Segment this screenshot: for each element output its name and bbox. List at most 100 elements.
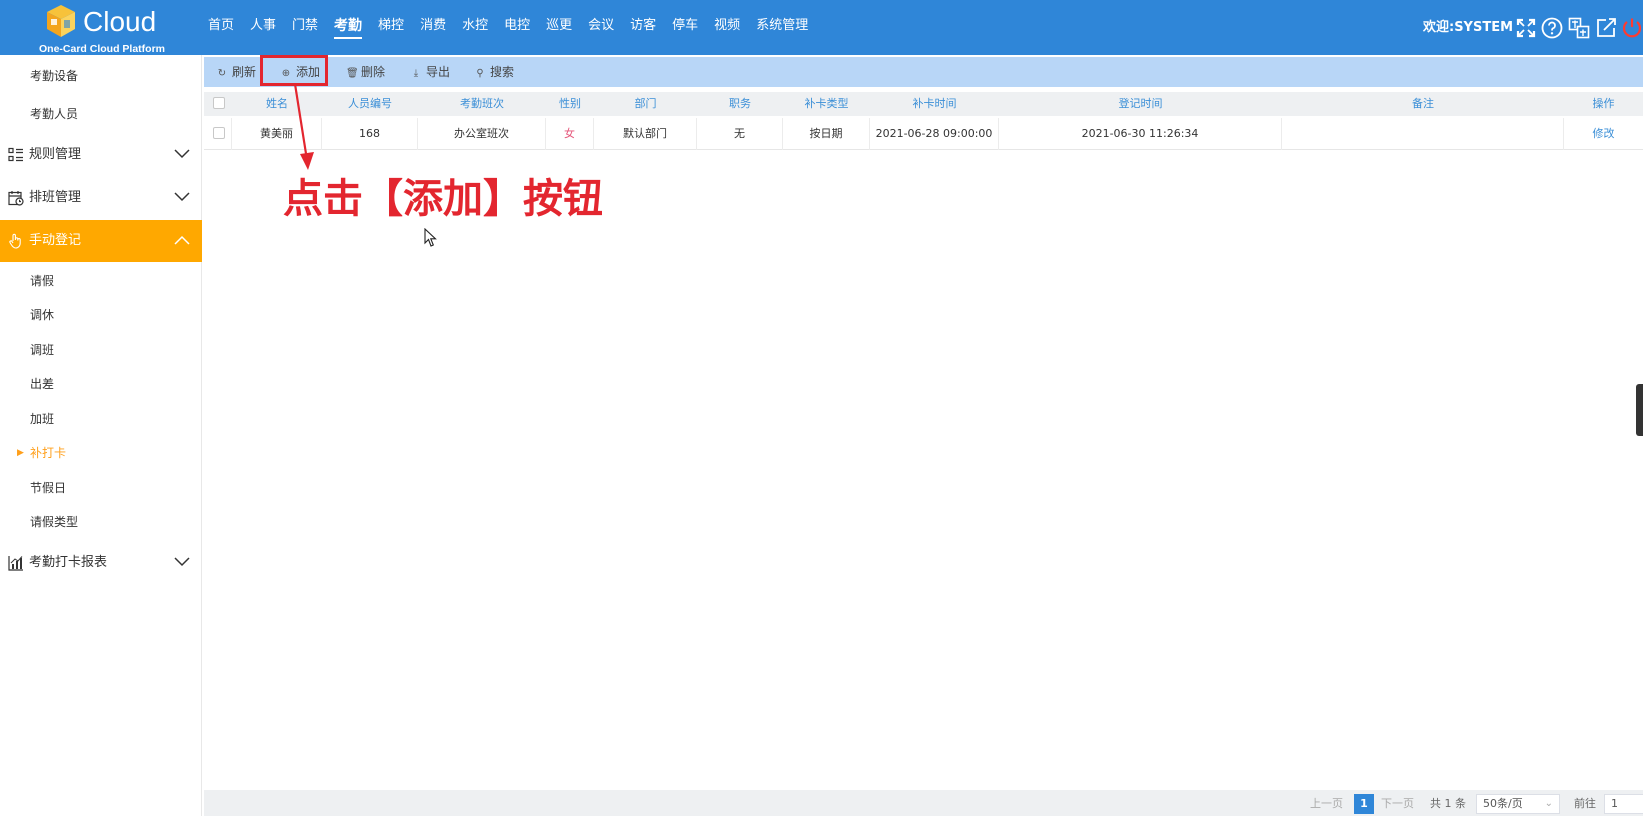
cell-staff-id: 168 (322, 118, 418, 150)
logo-text: Cloud (83, 6, 157, 37)
external-link-icon[interactable] (1595, 17, 1617, 39)
export-button[interactable]: ⤓ 导出 (411, 57, 450, 87)
chevron-down-icon: ⌄ (1544, 798, 1553, 809)
logo-subtitle: One-Card Cloud Platform (39, 43, 166, 55)
download-icon: ⤓ (413, 68, 419, 79)
search-label: 搜索 (490, 65, 515, 79)
page-size-value: 50条/页 (1483, 797, 1523, 810)
col-correction-type[interactable]: 补卡类型 (783, 92, 870, 116)
cell-department: 默认部门 (594, 118, 697, 150)
sidebar-group-rules[interactable]: 规则管理 (0, 134, 202, 176)
sidebar-group-report[interactable]: 考勤打卡报表 (0, 542, 202, 584)
page-size-select[interactable]: 50条/页 ⌄ (1476, 794, 1560, 814)
nav-item-patrol[interactable]: 巡更 (538, 0, 580, 55)
goto-page-input[interactable]: 1 (1604, 794, 1643, 814)
prev-page-button[interactable]: 上一页 (1310, 795, 1343, 813)
col-shift[interactable]: 考勤班次 (418, 92, 546, 116)
logo[interactable]: Cloud One-Card Cloud Platform (30, 2, 180, 55)
sidebar: 考勤设备 考勤人员 规则管理 排班管理 手动登记 请假 调休 调班 出差 加班 … (0, 55, 202, 816)
chevron-up-icon (174, 235, 190, 245)
sidebar-item-attendance-staff[interactable]: 考勤人员 (0, 97, 202, 131)
search-icon: ⚲ (476, 68, 484, 79)
delete-button[interactable]: 🗑 删除 (346, 57, 385, 87)
sidebar-item-attendance-device[interactable]: 考勤设备 (0, 59, 202, 93)
chevron-down-icon (174, 192, 190, 202)
nav-item-access[interactable]: 门禁 (284, 0, 326, 55)
col-correction-time[interactable]: 补卡时间 (870, 92, 999, 116)
row-select-cell (204, 118, 232, 150)
cell-gender: 女 (546, 118, 594, 150)
pagination-bar: 上一页 1 下一页 共 1 条 50条/页 ⌄ 前往 1 (204, 790, 1643, 816)
add-button-highlight (260, 55, 328, 86)
nav-item-consume[interactable]: 消费 (412, 0, 454, 55)
sidebar-group-schedule[interactable]: 排班管理 (0, 177, 202, 219)
sidebar-item-shift-swap[interactable]: 调班 (0, 333, 202, 367)
refresh-label: 刷新 (232, 65, 257, 79)
col-gender[interactable]: 性别 (546, 92, 594, 116)
nav-item-elevator[interactable]: 梯控 (370, 0, 412, 55)
trash-icon: 🗑 (346, 68, 359, 79)
chevron-down-icon (174, 557, 190, 567)
cell-correction-type: 按日期 (783, 118, 870, 150)
export-label: 导出 (426, 65, 451, 79)
side-panel-handle[interactable] (1636, 384, 1643, 436)
nav-item-system[interactable]: 系统管理 (748, 0, 816, 55)
sidebar-group-manual-registration[interactable]: 手动登记 (0, 220, 202, 262)
welcome-text: 欢迎:SYSTEM (1423, 20, 1514, 35)
col-department[interactable]: 部门 (594, 92, 697, 116)
cell-register-time: 2021-06-30 11:26:34 (999, 118, 1282, 150)
nav-item-video[interactable]: 视频 (706, 0, 748, 55)
nav-item-parking[interactable]: 停车 (664, 0, 706, 55)
cell-correction-time: 2021-06-28 09:00:00 (870, 118, 999, 150)
table-row[interactable]: 黄美丽 168 办公室班次 女 默认部门 无 按日期 2021-06-28 09… (204, 118, 1643, 150)
annotation-arrow-icon (293, 84, 314, 170)
sidebar-item-business-trip[interactable]: 出差 (0, 367, 202, 401)
edit-link[interactable]: 修改 (1564, 118, 1643, 150)
sidebar-item-punch-correction[interactable]: ▶ 补打卡 (0, 436, 202, 470)
nav-item-attendance[interactable]: 考勤 (326, 0, 370, 55)
cell-notes (1282, 118, 1564, 150)
sidebar-item-holidays[interactable]: 节假日 (0, 471, 202, 505)
power-icon[interactable] (1621, 17, 1643, 39)
next-page-button[interactable]: 下一页 (1381, 795, 1414, 813)
total-count: 共 1 条 (1430, 797, 1466, 810)
sidebar-item-leave-types[interactable]: 请假类型 (0, 505, 202, 539)
fullscreen-icon[interactable] (1515, 17, 1537, 39)
sidebar-group-label: 考勤打卡报表 (29, 555, 108, 570)
nav-item-visitor[interactable]: 访客 (622, 0, 664, 55)
translate-icon[interactable] (1568, 17, 1590, 39)
cell-title: 无 (697, 118, 783, 150)
page-number-current[interactable]: 1 (1354, 794, 1374, 814)
active-indicator-icon: ▶ (17, 448, 24, 458)
main-nav: 首页 人事 门禁 考勤 梯控 消费 水控 电控 巡更 会议 访客 停车 视频 系… (200, 0, 816, 55)
chevron-down-icon (174, 149, 190, 159)
bar-chart-icon (8, 556, 23, 571)
delete-label: 删除 (361, 65, 386, 79)
cube-logo-icon (47, 5, 75, 37)
sidebar-group-label: 规则管理 (29, 147, 82, 162)
sidebar-item-time-off[interactable]: 调休 (0, 298, 202, 332)
list-rules-icon (8, 147, 23, 162)
mouse-cursor-icon (424, 228, 437, 247)
col-notes[interactable]: 备注 (1282, 92, 1564, 116)
nav-item-meeting[interactable]: 会议 (580, 0, 622, 55)
nav-item-power[interactable]: 电控 (496, 0, 538, 55)
nav-item-hr[interactable]: 人事 (242, 0, 284, 55)
sidebar-item-overtime[interactable]: 加班 (0, 402, 202, 436)
nav-item-water[interactable]: 水控 (454, 0, 496, 55)
select-all-checkbox[interactable] (213, 97, 225, 109)
col-actions: 操作 (1592, 97, 1615, 110)
nav-item-home[interactable]: 首页 (200, 0, 242, 55)
refresh-button[interactable]: ↻ 刷新 (217, 57, 256, 87)
sidebar-item-leave[interactable]: 请假 (0, 264, 202, 298)
col-staff-id[interactable]: 人员编号 (322, 92, 418, 116)
search-button[interactable]: ⚲ 搜索 (475, 57, 514, 87)
sidebar-group-label: 排班管理 (29, 190, 82, 205)
refresh-icon: ↻ (217, 68, 227, 79)
table-header: 姓名 人员编号 考勤班次 性别 部门 职务 补卡类型 补卡时间 登记时间 备注 … (204, 92, 1643, 116)
sidebar-group-label: 手动登记 (29, 233, 82, 248)
help-icon[interactable] (1541, 17, 1563, 39)
cell-shift: 办公室班次 (418, 118, 546, 150)
col-register-time[interactable]: 登记时间 (999, 92, 1282, 116)
col-title[interactable]: 职务 (697, 92, 783, 116)
